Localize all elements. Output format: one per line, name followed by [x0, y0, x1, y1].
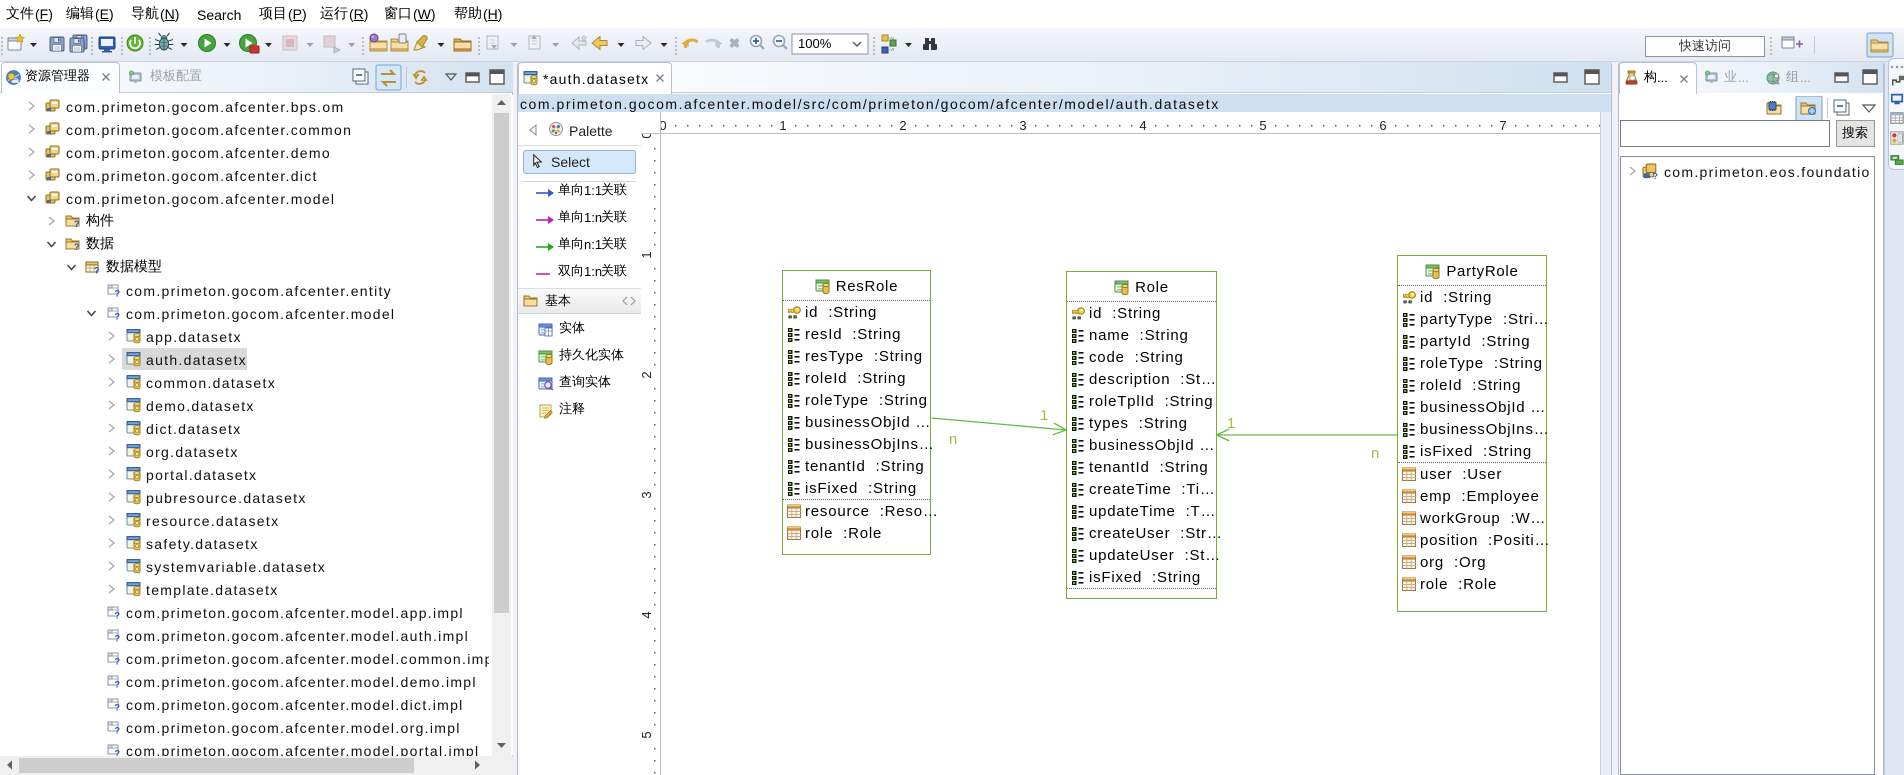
svg-text:1: 1: [1040, 407, 1048, 424]
svg-text:4: 4: [1139, 118, 1146, 133]
svg-text:3: 3: [641, 491, 654, 498]
svg-text:3: 3: [1019, 118, 1026, 133]
svg-text:1: 1: [779, 118, 786, 133]
svg-text:n: n: [949, 431, 957, 448]
svg-text:?: ?: [115, 726, 121, 736]
svg-text:100%: 100%: [798, 36, 832, 51]
svg-text:2: 2: [641, 371, 654, 378]
svg-text:7: 7: [1499, 118, 1506, 133]
svg-text:0: 0: [641, 134, 654, 139]
svg-text:?: ?: [115, 680, 121, 690]
svg-text:?: ?: [1653, 171, 1658, 180]
svg-text:?: ?: [74, 219, 80, 229]
svg-text:?: ?: [74, 242, 80, 252]
svg-text:1: 1: [1227, 415, 1235, 432]
svg-text:4: 4: [641, 611, 654, 618]
svg-text:0: 0: [661, 118, 667, 133]
svg-text:?: ?: [115, 634, 121, 644]
svg-text:?: ?: [115, 289, 121, 299]
svg-text:5: 5: [1259, 118, 1266, 133]
svg-text:?: ?: [115, 657, 121, 667]
svg-text:n: n: [1371, 445, 1379, 462]
svg-text:?: ?: [115, 611, 121, 621]
svg-text:?: ?: [94, 266, 100, 276]
svg-text:1: 1: [641, 251, 654, 258]
svg-text:6: 6: [1379, 118, 1386, 133]
svg-text:?: ?: [115, 312, 121, 322]
svg-text:2: 2: [899, 118, 906, 133]
svg-text:5: 5: [641, 731, 654, 738]
svg-text:?: ?: [115, 703, 121, 713]
